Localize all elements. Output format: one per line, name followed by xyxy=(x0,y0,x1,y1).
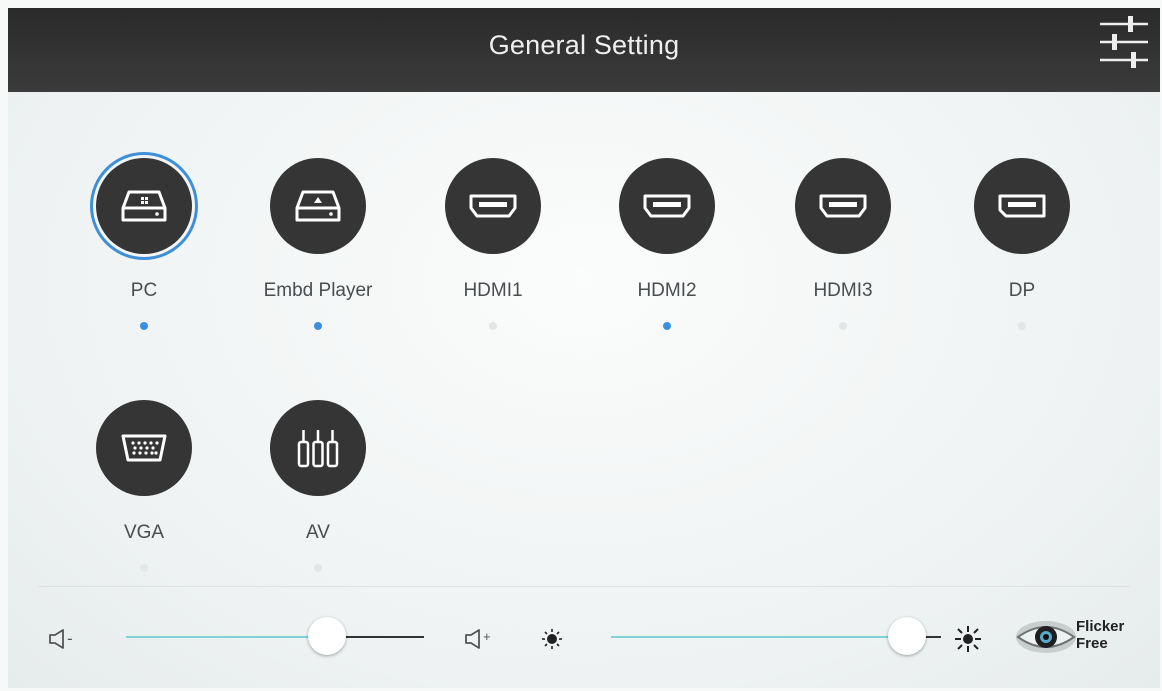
source-label: AV xyxy=(306,522,330,543)
signal-indicator xyxy=(489,322,497,330)
source-dp[interactable]: DP xyxy=(947,158,1097,330)
sliders-icon[interactable] xyxy=(1098,12,1150,74)
volume-slider[interactable] xyxy=(126,616,424,656)
volume-down-symbol: - xyxy=(67,629,73,648)
signal-indicator xyxy=(314,564,322,572)
brightness-low-icon[interactable] xyxy=(541,628,563,650)
source-hdmi2[interactable]: HDMI2 xyxy=(592,158,742,330)
source-embd-player[interactable]: Embd Player xyxy=(243,158,393,330)
signal-indicator xyxy=(663,322,671,330)
source-hdmi1[interactable]: HDMI1 xyxy=(418,158,568,330)
page-title: General Setting xyxy=(488,30,680,60)
brightness-high-icon[interactable] xyxy=(954,625,982,653)
source-pc[interactable]: PC xyxy=(69,158,219,330)
source-label: HDMI2 xyxy=(637,280,697,301)
source-label: Embd Player xyxy=(263,280,373,301)
displayport-icon xyxy=(974,158,1070,254)
source-label: HDMI3 xyxy=(813,280,873,301)
source-av[interactable]: AV xyxy=(243,400,393,572)
brightness-slider[interactable] xyxy=(611,616,941,656)
signal-indicator xyxy=(140,322,148,330)
flicker-free-button[interactable]: Flicker Free xyxy=(1014,612,1142,662)
source-label: HDMI1 xyxy=(463,280,523,301)
vga-icon xyxy=(96,400,192,496)
flicker-free-line2: Free xyxy=(1076,635,1108,652)
volume-slider-fill xyxy=(126,636,327,638)
hdmi-icon xyxy=(619,158,715,254)
source-hdmi3[interactable]: HDMI3 xyxy=(768,158,918,330)
volume-up-symbol: + xyxy=(483,629,491,644)
general-setting-panel: General Setting PC Embd Player HDMI1 HDM… xyxy=(8,8,1160,688)
flicker-free-line1: Flicker xyxy=(1076,618,1125,635)
pc-drive-icon xyxy=(96,158,192,254)
signal-indicator xyxy=(1018,322,1026,330)
av-icon xyxy=(270,400,366,496)
eye-icon xyxy=(1016,621,1076,653)
source-label: DP xyxy=(1008,280,1036,301)
brightness-slider-fill xyxy=(611,636,907,638)
hdmi-icon xyxy=(445,158,541,254)
source-label: VGA xyxy=(123,522,165,543)
header-bar: General Setting xyxy=(8,8,1160,92)
volume-slider-knob[interactable] xyxy=(308,617,346,655)
source-label: PC xyxy=(130,280,158,301)
source-vga[interactable]: VGA xyxy=(69,400,219,572)
volume-down-icon[interactable]: - xyxy=(48,628,82,652)
brightness-slider-knob[interactable] xyxy=(888,617,926,655)
signal-indicator xyxy=(839,322,847,330)
hdmi-icon xyxy=(795,158,891,254)
signal-indicator xyxy=(314,322,322,330)
signal-indicator xyxy=(140,564,148,572)
embedded-player-icon xyxy=(270,158,366,254)
divider xyxy=(38,586,1130,587)
quick-controls-bar: - + Flicker Free xyxy=(8,586,1160,688)
volume-up-icon[interactable]: + xyxy=(464,628,498,652)
